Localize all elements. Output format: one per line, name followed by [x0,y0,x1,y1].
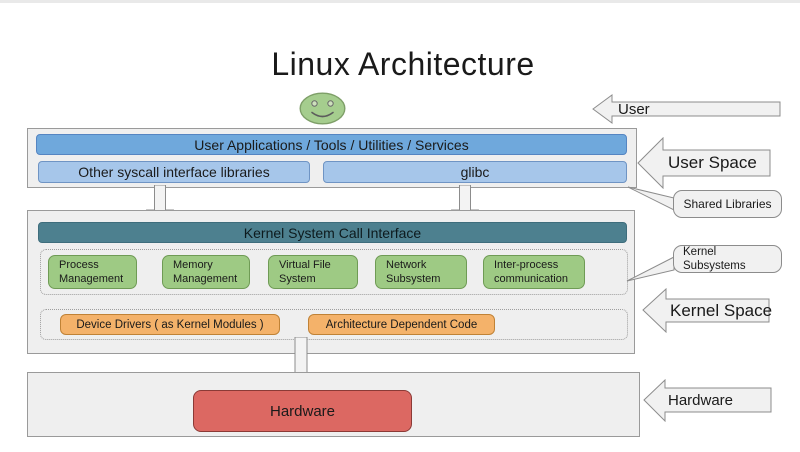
glibc-box: glibc [323,161,627,183]
smiley-face-icon [299,92,346,125]
user-label-arrow: User [592,94,781,124]
user-space-label-arrow: User Space [637,137,772,189]
user-space-label: User Space [668,137,757,189]
top-edge-strip [0,0,800,3]
hardware-box: Hardware [193,390,412,432]
kernel-subsystems-label: Kernel Subsystems [683,245,753,274]
subsystem-box-memory-management: Memory Management [162,255,250,289]
syscall-libraries-box: Other syscall interface libraries [38,161,310,183]
hardware-label-arrow: Hardware [643,379,773,422]
kernel-space-label-arrow: Kernel Space [642,288,771,333]
page-title: Linux Architecture [3,46,800,83]
hardware-label: Hardware [668,379,733,422]
module-box-device-drivers: Device Drivers ( as Kernel Modules ) [60,314,280,335]
subsystem-box-virtual-file-system: Virtual File System [268,255,358,289]
kernel-syscall-interface-bar: Kernel System Call Interface [38,222,627,243]
kernel-space-label: Kernel Space [670,288,772,333]
subsystem-box-process-management: Process Management [48,255,137,289]
module-box-architecture-dependent-code: Architecture Dependent Code [308,314,495,335]
kernel-subsystems-callout: Kernel Subsystems [673,245,782,273]
shared-libraries-label: Shared Libraries [683,197,771,211]
subsystem-box-inter-process-communication: Inter-process communication [483,255,585,289]
linux-architecture-diagram: Linux Architecture User Applications / T… [0,0,800,452]
subsystem-box-network-subsystem: Network Subsystem [375,255,467,289]
user-applications-bar: User Applications / Tools / Utilities / … [36,134,627,155]
user-label: User [618,94,650,124]
shared-libraries-callout: Shared Libraries [673,190,782,218]
